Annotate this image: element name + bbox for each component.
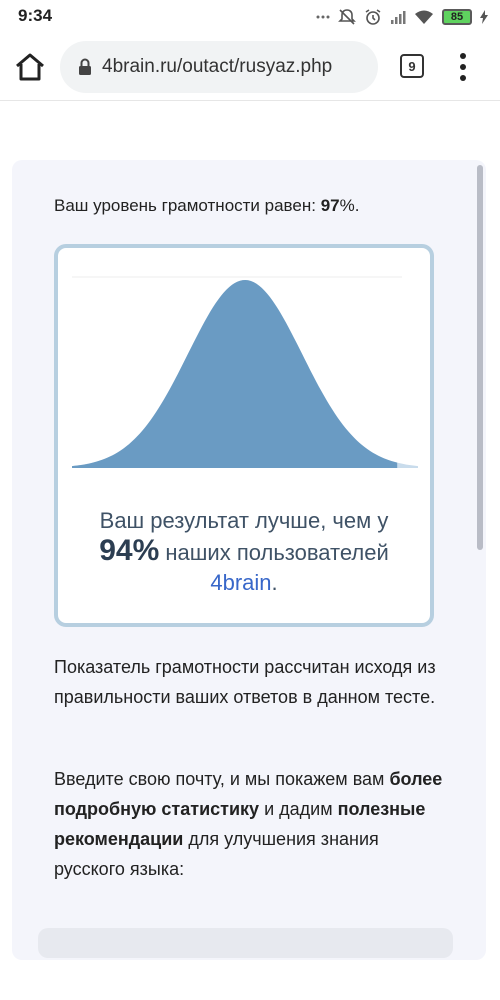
percent-line: 94% наших пользователей (58, 536, 430, 568)
status-bar: 9:34 85 (0, 0, 500, 34)
url-text[interactable]: 4brain.ru/outact/rusyaz.php (102, 56, 332, 78)
brand-link[interactable]: 4brain (210, 570, 271, 595)
brand-line: 4brain. (58, 568, 430, 598)
signal-icon (391, 11, 406, 24)
email-cta-text: Введите свою почту, и мы покажем вам бол… (54, 764, 454, 884)
browser-toolbar: 4brain.ru/outact/rusyaz.php 9 (0, 34, 500, 101)
battery-level: 85 (450, 11, 464, 23)
level-suffix: %. (339, 196, 360, 215)
wifi-icon (415, 10, 433, 24)
explanation-text: Показатель грамотности рассчитан исходя … (54, 657, 436, 707)
level-value: 97 (320, 196, 340, 215)
overflow-menu-icon[interactable] (455, 52, 471, 82)
address-bar[interactable]: 4brain.ru/outact/rusyaz.php (60, 41, 378, 93)
email-form-area[interactable] (38, 928, 453, 958)
scrollbar[interactable] (477, 165, 483, 550)
alarm-icon (365, 9, 381, 25)
status-time: 9:34 (18, 6, 53, 25)
distribution-chart-box: Ваш результат лучше, чем у 94% наших пол… (54, 244, 434, 627)
status-icons: 85 (316, 6, 488, 28)
brand-suffix: . (271, 570, 278, 595)
distribution-chart (72, 276, 418, 468)
lock-icon (79, 58, 91, 75)
users-text: наших пользователей (159, 540, 389, 565)
cta-part1: Введите свою почту, и мы покажем вам (54, 769, 390, 789)
tab-count: 9 (408, 58, 416, 74)
literacy-level-line: Ваш уровень грамотности равен: 97%. (54, 196, 359, 216)
curve-filled-area (72, 280, 398, 468)
home-icon[interactable] (14, 52, 46, 82)
more-dots-icon (316, 15, 330, 19)
result-text: Ваш результат лучше, чем у 94% наших пол… (58, 506, 430, 598)
level-prefix: Ваш уровень грамотности равен: (54, 196, 321, 215)
charging-icon (480, 10, 488, 24)
battery-icon: 85 (442, 9, 472, 25)
tab-switcher-button[interactable]: 9 (400, 54, 424, 78)
cta-part2: и дадим (259, 799, 338, 819)
better-than-line: Ваш результат лучше, чем у (99, 508, 389, 533)
percent-value: 94% (99, 534, 160, 567)
mute-bell-icon (338, 9, 356, 25)
